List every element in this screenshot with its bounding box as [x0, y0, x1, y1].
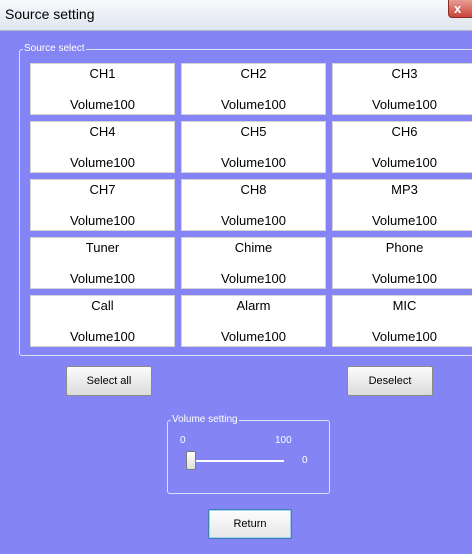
source-name-label: CH7 [89, 182, 116, 197]
volume-min-label: 0 [180, 435, 186, 446]
source-button-grid: CH1 Volume100 CH2 Volume100 CH3 Volume100 CH4 V… [30, 63, 472, 347]
source-button-alarm[interactable]: Alarm Volume100 [181, 295, 326, 347]
source-name-label: CH1 [89, 66, 116, 81]
return-button[interactable]: Return [208, 509, 292, 539]
title-bar: Source setting x [0, 0, 472, 31]
source-volume-label: Volume100 [371, 213, 438, 228]
source-volume-label: Volume100 [69, 271, 136, 286]
source-name-label: CH4 [89, 124, 116, 139]
source-name-label: MIC [392, 298, 417, 313]
source-name-label: CH6 [391, 124, 418, 139]
source-name-label: Call [91, 298, 114, 313]
volume-slider-thumb[interactable] [186, 451, 196, 470]
window-title: Source setting [5, 6, 95, 22]
source-button-mp3[interactable]: MP3 Volume100 [332, 179, 472, 231]
source-volume-label: Volume100 [220, 329, 287, 344]
source-button-call[interactable]: Call Volume100 [30, 295, 175, 347]
volume-setting-group: Volume setting 0 100 0 [167, 413, 330, 494]
volume-current-value: 0 [302, 455, 308, 466]
source-name-label: Chime [234, 240, 273, 255]
source-name-label: Phone [385, 240, 424, 255]
source-button-chime[interactable]: Chime Volume100 [181, 237, 326, 289]
source-volume-label: Volume100 [220, 97, 287, 112]
source-button-ch2[interactable]: CH2 Volume100 [181, 63, 326, 115]
volume-setting-legend: Volume setting [171, 413, 239, 427]
source-button-tuner[interactable]: Tuner Volume100 [30, 237, 175, 289]
source-volume-label: Volume100 [220, 155, 287, 170]
source-name-label: Tuner [85, 240, 120, 255]
source-button-phone[interactable]: Phone Volume100 [332, 237, 472, 289]
source-name-label: CH8 [240, 182, 267, 197]
volume-max-label: 100 [275, 435, 292, 446]
source-name-label: Alarm [236, 298, 271, 313]
source-volume-label: Volume100 [220, 271, 287, 286]
source-name-label: CH2 [240, 66, 267, 81]
source-button-ch4[interactable]: CH4 Volume100 [30, 121, 175, 173]
source-button-ch5[interactable]: CH5 Volume100 [181, 121, 326, 173]
source-button-ch6[interactable]: CH6 Volume100 [332, 121, 472, 173]
source-volume-label: Volume100 [69, 213, 136, 228]
source-button-mic[interactable]: MIC Volume100 [332, 295, 472, 347]
close-icon: x [454, 0, 462, 16]
source-button-ch3[interactable]: CH3 Volume100 [332, 63, 472, 115]
source-volume-label: Volume100 [69, 97, 136, 112]
source-select-legend: Source select [23, 42, 86, 56]
close-button[interactable]: x [448, 0, 472, 18]
select-all-button[interactable]: Select all [66, 366, 152, 396]
source-name-label: MP3 [391, 182, 418, 197]
source-volume-label: Volume100 [220, 213, 287, 228]
source-name-label: CH3 [391, 66, 418, 81]
source-volume-label: Volume100 [371, 97, 438, 112]
source-volume-label: Volume100 [371, 329, 438, 344]
source-volume-label: Volume100 [69, 329, 136, 344]
source-select-group: Source select CH1 Volume100 CH2 Volume100 CH… [19, 42, 472, 356]
source-volume-label: Volume100 [69, 155, 136, 170]
source-volume-label: Volume100 [371, 271, 438, 286]
source-button-ch8[interactable]: CH8 Volume100 [181, 179, 326, 231]
volume-slider-track[interactable] [186, 460, 284, 462]
source-name-label: CH5 [240, 124, 267, 139]
source-volume-label: Volume100 [371, 155, 438, 170]
source-button-ch1[interactable]: CH1 Volume100 [30, 63, 175, 115]
source-button-ch7[interactable]: CH7 Volume100 [30, 179, 175, 231]
deselect-button[interactable]: Deselect [347, 366, 433, 396]
